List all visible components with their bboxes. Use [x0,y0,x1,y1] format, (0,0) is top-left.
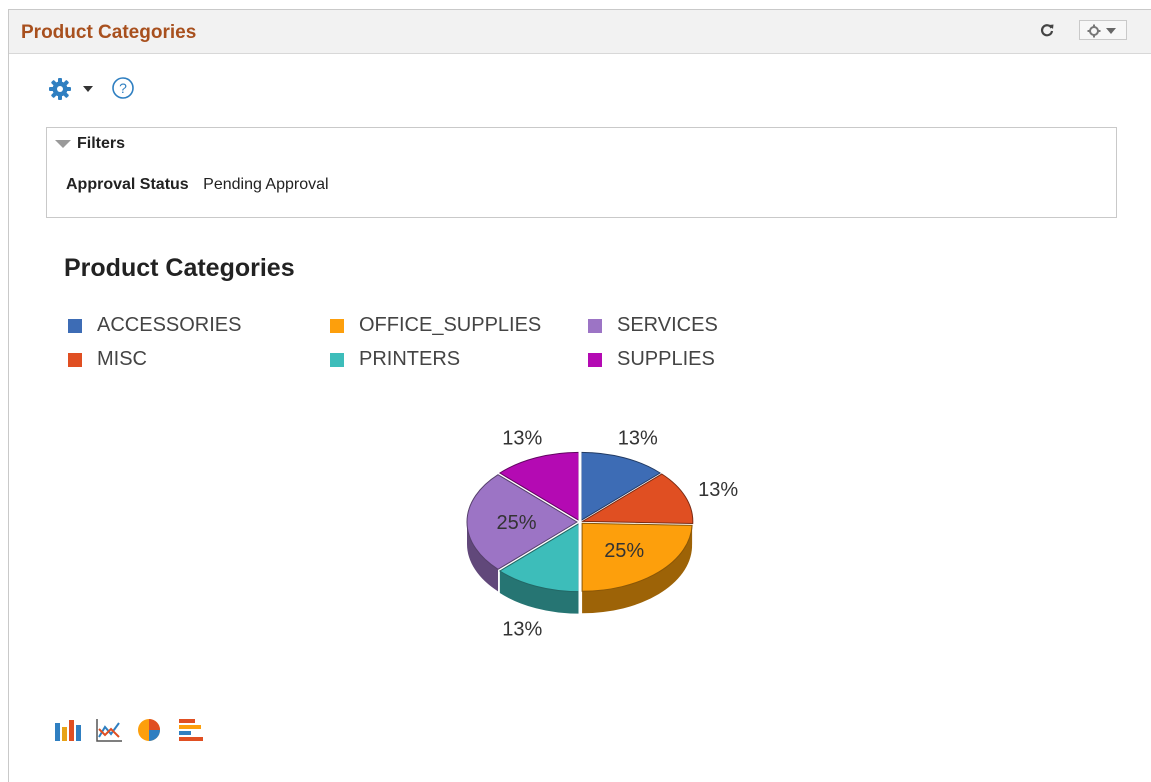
pie-data-label: 13% [502,428,542,450]
legend-label: SUPPLIES [617,348,715,370]
horizontal-bar-chart-icon[interactable] [177,717,205,743]
legend-swatch [68,318,82,333]
legend-swatch [588,352,602,367]
legend-item[interactable]: MISC [68,348,147,371]
legend-item[interactable]: PRINTERS [330,348,460,371]
legend-label: OFFICE_SUPPLIES [359,314,542,336]
filters-toggle[interactable]: Filters [55,135,125,153]
pie-chart[interactable]: 13% 13% 25% 13% 25% 13% [430,400,750,650]
bar-chart-icon[interactable] [54,717,82,743]
chart-title: Product Categories [64,254,295,282]
legend-item[interactable]: ACCESSORIES [68,314,241,337]
refresh-icon[interactable] [1040,23,1054,37]
legend-item[interactable]: SUPPLIES [588,348,715,371]
pie-data-label: 25% [496,512,536,534]
legend-item[interactable]: SERVICES [588,314,718,337]
gear-icon [1087,24,1116,38]
svg-text:?: ? [119,80,127,96]
pie-data-label: 13% [698,479,738,501]
legend-label: SERVICES [617,314,718,336]
chart-type-switcher [54,717,205,743]
portlet-settings-button[interactable] [1079,20,1127,40]
filters-label: Filters [77,135,126,152]
pie-data-label: 25% [604,540,644,562]
pie-data-label: 13% [618,428,658,450]
filters-panel: Filters Approval Status Pending Approval [46,127,1117,218]
legend-swatch [68,352,82,367]
legend-swatch [330,318,344,333]
legend-label: PRINTERS [359,348,461,370]
filter-row: Approval Status Pending Approval [66,176,329,194]
filter-key: Approval Status [66,176,189,193]
collapse-triangle-icon [55,140,71,148]
help-icon[interactable]: ? [111,76,135,100]
legend-label: MISC [97,348,147,370]
portlet-header: Product Categories [9,10,1151,54]
legend-label: ACCESSORIES [97,314,242,336]
pie-chart-icon[interactable] [136,717,164,743]
actions-menu-button[interactable] [47,77,93,101]
legend-swatch [588,318,602,333]
line-chart-icon[interactable] [95,717,123,743]
portlet-title: Product Categories [21,22,197,43]
legend-item[interactable]: OFFICE_SUPPLIES [330,314,541,337]
pie-data-label: 13% [502,618,542,640]
filter-value: Pending Approval [203,176,329,193]
portlet-frame [8,9,1151,782]
legend-swatch [330,352,344,367]
gear-icon [49,78,93,100]
